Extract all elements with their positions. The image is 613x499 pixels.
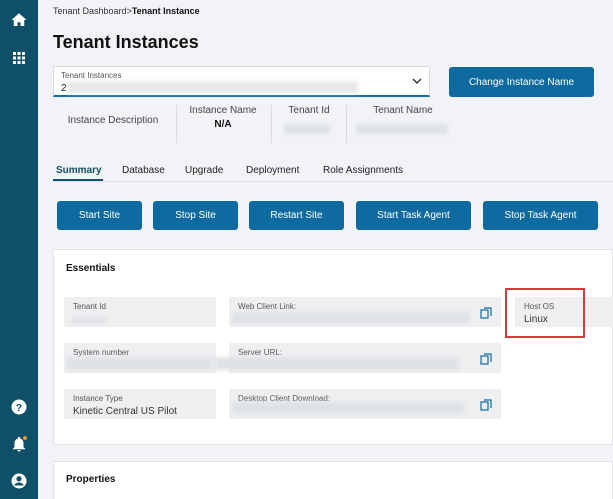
tab-deployment[interactable]: Deployment (246, 165, 299, 176)
instance-select-value: 2 (61, 83, 67, 94)
chevron-down-icon (412, 78, 422, 85)
redacted-value (232, 402, 464, 414)
copy-icon[interactable] (480, 399, 492, 411)
essentials-title: Essentials (66, 263, 116, 274)
essentials-panel: Essentials Tenant Id Web Client Link: Ho… (53, 249, 613, 445)
redacted-value (68, 81, 358, 93)
home-icon[interactable] (9, 10, 29, 30)
page-title: Tenant Instances (53, 32, 199, 52)
properties-title: Properties (66, 474, 116, 485)
svg-text:?: ? (16, 402, 22, 414)
instance-type-field: Instance Type Kinetic Central US Pilot (64, 389, 216, 419)
copy-icon[interactable] (480, 353, 492, 365)
instance-select[interactable]: Tenant Instances 2 (53, 66, 430, 97)
tenant-id-field-label: Tenant Id (73, 302, 106, 311)
stop-site-button[interactable]: Stop Site (153, 201, 238, 230)
web-client-link-label: Web Client Link: (238, 302, 297, 311)
notifications-icon[interactable] (9, 434, 29, 454)
change-instance-name-button[interactable]: Change Instance Name (449, 67, 594, 97)
redacted-value (232, 312, 470, 324)
divider (346, 105, 347, 143)
stop-task-agent-button[interactable]: Stop Task Agent (483, 201, 598, 230)
divider (271, 105, 272, 143)
instance-description-label: Instance Description (67, 115, 159, 126)
system-number-label: System number (73, 348, 130, 357)
restart-site-button[interactable]: Restart Site (249, 201, 344, 230)
redacted-value (284, 124, 330, 134)
instance-name-value: N/A (214, 119, 232, 130)
server-url-label: Server URL: (238, 348, 283, 357)
tab-database[interactable]: Database (122, 165, 165, 176)
start-task-agent-button[interactable]: Start Task Agent (356, 201, 471, 230)
sidebar: ? (0, 0, 38, 499)
breadcrumb: Tenant Dashboard>Tenant Instance (53, 6, 200, 16)
instance-type-label: Instance Type (73, 394, 123, 403)
account-icon[interactable] (9, 471, 29, 491)
redacted-value (72, 317, 106, 324)
instance-name-label: Instance Name (189, 105, 257, 116)
redacted-value (214, 357, 459, 370)
host-os-highlight-box (505, 288, 585, 338)
tab-role-assignments[interactable]: Role Assignments (323, 165, 403, 176)
divider (176, 105, 177, 143)
instance-type-value: Kinetic Central US Pilot (73, 406, 177, 417)
start-site-button[interactable]: Start Site (57, 201, 142, 230)
breadcrumb-parent[interactable]: Tenant Dashboard (53, 6, 127, 16)
breadcrumb-current: Tenant Instance (131, 6, 200, 16)
instance-name-info: Instance Name N/A (180, 105, 266, 143)
instance-select-label: Tenant Instances (61, 71, 122, 80)
tab-summary[interactable]: Summary (56, 165, 102, 176)
redacted-value (66, 357, 212, 370)
active-tab-indicator (53, 179, 103, 181)
redacted-value (356, 124, 448, 134)
tab-upgrade[interactable]: Upgrade (185, 165, 223, 176)
tab-divider (53, 181, 613, 182)
copy-icon[interactable] (480, 307, 492, 319)
help-icon[interactable]: ? (9, 397, 29, 417)
apps-grid-icon[interactable] (9, 48, 29, 68)
properties-panel: Properties (53, 461, 613, 499)
